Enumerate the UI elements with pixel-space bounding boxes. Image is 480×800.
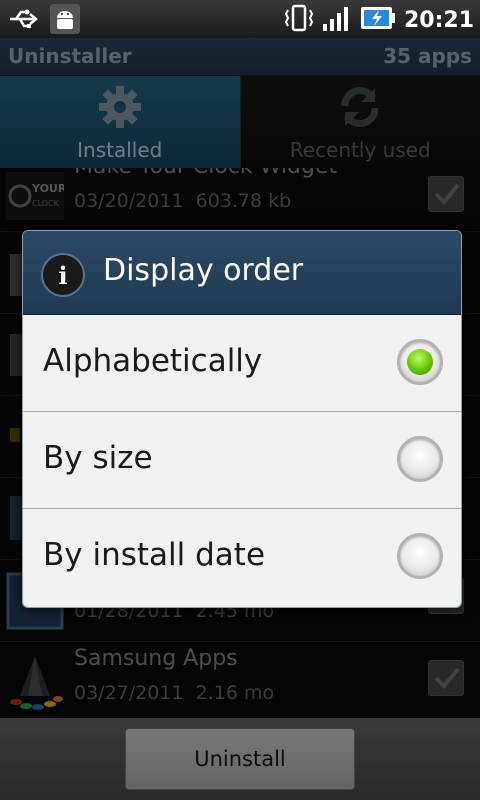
option-label: Alphabetically [43, 343, 263, 379]
usb-icon [8, 6, 40, 36]
display-order-dialog: i Display order Alphabetically By size B… [22, 230, 462, 608]
radio-button-selected[interactable] [397, 339, 443, 385]
clock: 20:21 [403, 7, 474, 33]
vibrate-icon [284, 4, 314, 36]
radio-button[interactable] [397, 436, 443, 482]
status-bar: 20:21 [0, 0, 480, 38]
option-by-install-date[interactable]: By install date [23, 509, 461, 606]
radio-dot [407, 349, 433, 375]
info-icon: i [41, 253, 85, 297]
option-label: By install date [43, 537, 266, 573]
dialog-options: Alphabetically By size By install date [23, 315, 461, 607]
signal-icon [322, 4, 352, 36]
option-label: By size [43, 440, 153, 476]
option-by-size[interactable]: By size [23, 412, 461, 509]
battery-charging-icon [360, 5, 396, 35]
dialog-title: Display order [103, 253, 304, 288]
android-debug-icon [50, 4, 80, 38]
dialog-header: i Display order [23, 231, 461, 315]
option-alphabetically[interactable]: Alphabetically [23, 315, 461, 412]
radio-button[interactable] [397, 533, 443, 579]
